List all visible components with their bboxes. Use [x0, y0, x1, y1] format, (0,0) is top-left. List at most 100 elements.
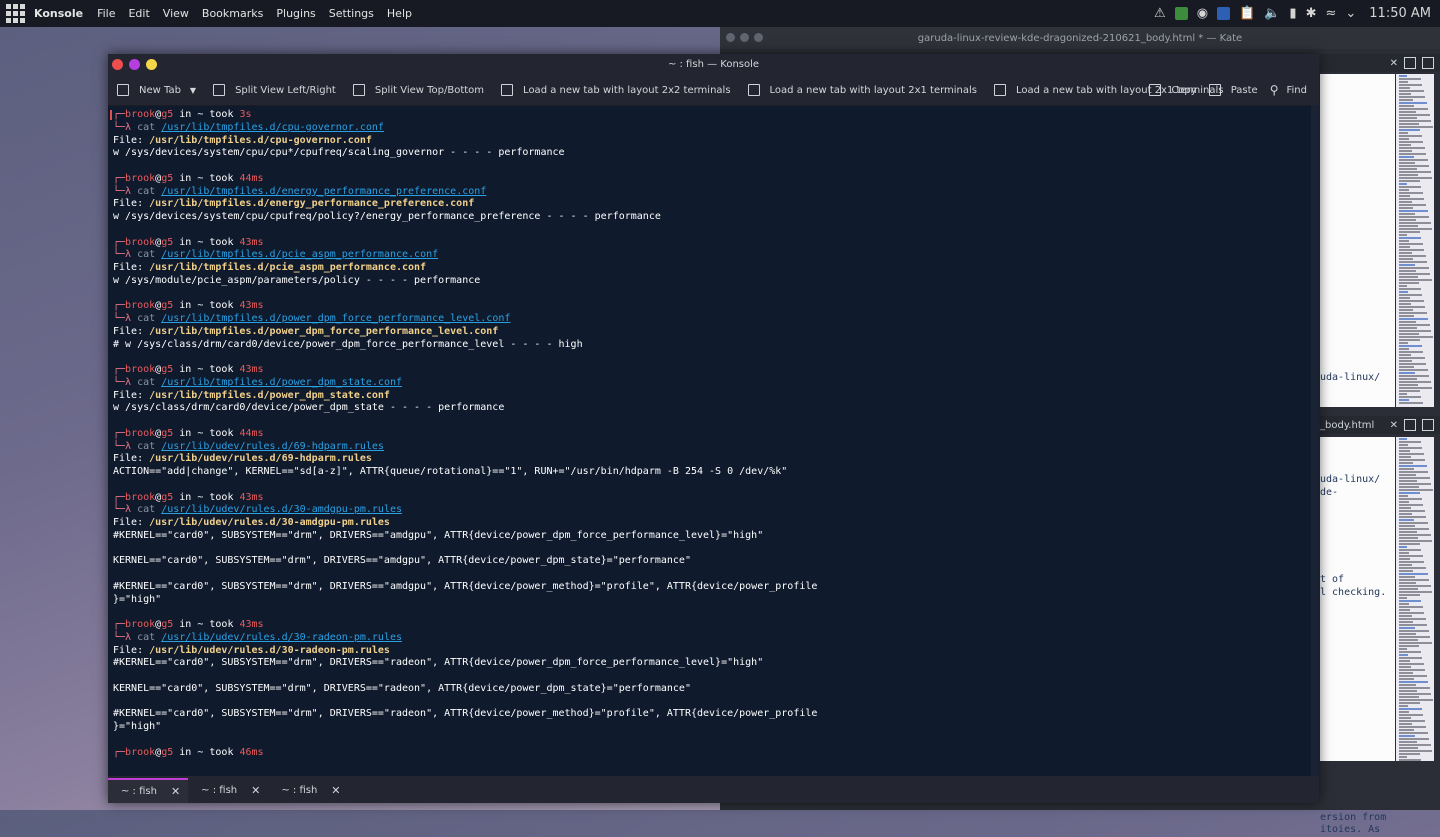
minimap-line: [1399, 702, 1421, 704]
minimap-line: [1399, 294, 1423, 296]
minimap-line: [1399, 390, 1420, 392]
terminal-scrollbar[interactable]: [1311, 105, 1319, 777]
layout-2x1-button[interactable]: Load a new tab with layout 2x1 terminals: [747, 84, 977, 96]
split-left-right-button[interactable]: Split View Left/Right: [213, 84, 336, 96]
menu-settings[interactable]: Settings: [329, 7, 374, 20]
prompt-user: brook: [125, 172, 156, 184]
close-icon[interactable]: ✕: [1390, 58, 1398, 69]
kate-editor-bottom[interactable]: uda-linux/de-t of l checking. ersion from i…: [1320, 437, 1395, 835]
minimap-line: [1399, 195, 1411, 197]
split-icon[interactable]: [1422, 57, 1434, 69]
volume-icon[interactable]: 🔈: [1264, 6, 1280, 21]
minimap-line: [1399, 216, 1430, 218]
steam-icon[interactable]: ◉: [1197, 6, 1208, 21]
minimap-line: [1399, 201, 1412, 203]
minimap-line: [1399, 504, 1424, 506]
menu-help[interactable]: Help: [387, 7, 412, 20]
prompt-host: g5: [161, 236, 174, 248]
minimap-line: [1399, 711, 1410, 713]
close-tab-icon[interactable]: ✕: [331, 784, 340, 797]
menu-file[interactable]: File: [97, 7, 115, 20]
close-tab-icon[interactable]: ✕: [171, 785, 180, 798]
konsole-titlebar[interactable]: ~ : fish — Konsole: [108, 54, 1319, 75]
prompt-host: g5: [161, 746, 174, 758]
kate-minimap-top[interactable]: [1396, 74, 1434, 407]
file-label: File:: [113, 644, 150, 656]
minimap-line: [1399, 747, 1419, 749]
minimap-line: [1399, 234, 1407, 236]
file-label: File:: [113, 389, 150, 401]
minimap-line: [1399, 312, 1427, 314]
wifi-icon[interactable]: ≈: [1325, 6, 1336, 21]
tab-fish-3[interactable]: ~ : fish ✕: [268, 778, 348, 803]
split-lr-icon: [213, 84, 226, 96]
new-file-icon[interactable]: [1404, 419, 1416, 431]
new-file-icon[interactable]: [1404, 57, 1416, 69]
konsole-window[interactable]: ~ : fish — Konsole New Tab ▼ Split View …: [108, 54, 1319, 803]
command-name: cat: [137, 440, 156, 452]
minimap-line: [1399, 225, 1418, 227]
close-tab-icon[interactable]: ✕: [251, 784, 260, 797]
file-header-line: File: /usr/lib/udev/rules.d/30-radeon-pm…: [113, 645, 1319, 658]
file-path: /usr/lib/udev/rules.d/30-radeon-pm.rules: [149, 644, 390, 656]
file-path: /usr/lib/udev/rules.d/69-hdparm.rules: [149, 453, 372, 465]
find-button[interactable]: ⚲ Find: [1270, 83, 1307, 97]
copy-button[interactable]: Copy: [1149, 84, 1197, 96]
minimap-line: [1399, 120, 1432, 122]
kate-editor-top[interactable]: uda-linux/: [1320, 74, 1395, 407]
minimap-line: [1399, 243, 1423, 245]
minimap-line: [1399, 510, 1425, 512]
minimap-line: [1399, 465, 1427, 467]
minimap-line: [1399, 561, 1425, 563]
terminal-output[interactable]: ┌─brook@g5 in ~ took 3s └─λ cat /usr/lib/…: [108, 105, 1319, 777]
minimap-line: [1399, 261, 1428, 263]
output-line: KERNEL=="card0", SUBSYSTEM=="drm", DRIVE…: [113, 555, 691, 567]
prompt-lambda: └─λ: [113, 249, 138, 261]
command-line: └─λ cat /usr/lib/udev/rules.d/30-amdgpu-…: [113, 504, 1319, 517]
kate-minimap-bottom[interactable]: [1396, 437, 1434, 761]
kate-text-line: [1320, 774, 1395, 787]
clock[interactable]: 11:50 AM: [1369, 6, 1431, 21]
minimap-line: [1399, 732, 1428, 734]
menu-view[interactable]: View: [163, 7, 189, 20]
clipboard-icon[interactable]: 📋: [1239, 6, 1255, 21]
minimap-line: [1399, 687, 1430, 689]
new-tab-button[interactable]: New Tab ▼: [117, 84, 196, 96]
updater-icon[interactable]: [1174, 7, 1188, 20]
tab-label: ~ : fish: [281, 785, 318, 796]
expand-icon[interactable]: ⌄: [1345, 6, 1356, 21]
chevron-down-icon[interactable]: ▼: [190, 86, 196, 95]
close-window-icon[interactable]: [112, 59, 123, 70]
minimap-line: [1399, 636, 1431, 638]
kate-text-line: de-: [1320, 486, 1339, 498]
bluetooth-icon[interactable]: ✱: [1306, 6, 1317, 21]
paste-button[interactable]: Paste: [1208, 84, 1258, 96]
notification-icon[interactable]: ⚠: [1154, 6, 1166, 21]
battery-icon[interactable]: ▮: [1289, 6, 1296, 21]
kate-tab[interactable]: _body.html: [1320, 420, 1374, 431]
prompt-corner: ┌─: [113, 746, 126, 758]
konsole-tray-icon[interactable]: [1217, 7, 1231, 20]
layout-2x2-button[interactable]: Load a new tab with layout 2x2 terminals: [501, 84, 731, 96]
app-launcher-icon[interactable]: [4, 3, 26, 25]
kate-text-line: [1320, 537, 1395, 550]
menu-plugins[interactable]: Plugins: [276, 7, 315, 20]
kate-window-controls[interactable]: [726, 33, 763, 42]
close-icon[interactable]: ✕: [1390, 420, 1398, 431]
split-icon[interactable]: [1422, 419, 1434, 431]
menu-bookmarks[interactable]: Bookmarks: [202, 7, 263, 20]
tab-fish-2[interactable]: ~ : fish ✕: [188, 778, 268, 803]
minimize-window-icon[interactable]: [129, 59, 140, 70]
prompt-took: took: [203, 427, 240, 439]
minimap-line: [1399, 90, 1424, 92]
tab-fish-1[interactable]: ~ : fish ✕: [108, 778, 189, 803]
menu-edit[interactable]: Edit: [128, 7, 149, 20]
split-tb-label: Split View Top/Bottom: [374, 84, 485, 96]
minimap-line: [1399, 540, 1433, 542]
minimap-line: [1399, 714, 1424, 716]
split-top-bottom-button[interactable]: Split View Top/Bottom: [352, 84, 485, 96]
maximize-window-icon[interactable]: [146, 59, 157, 70]
